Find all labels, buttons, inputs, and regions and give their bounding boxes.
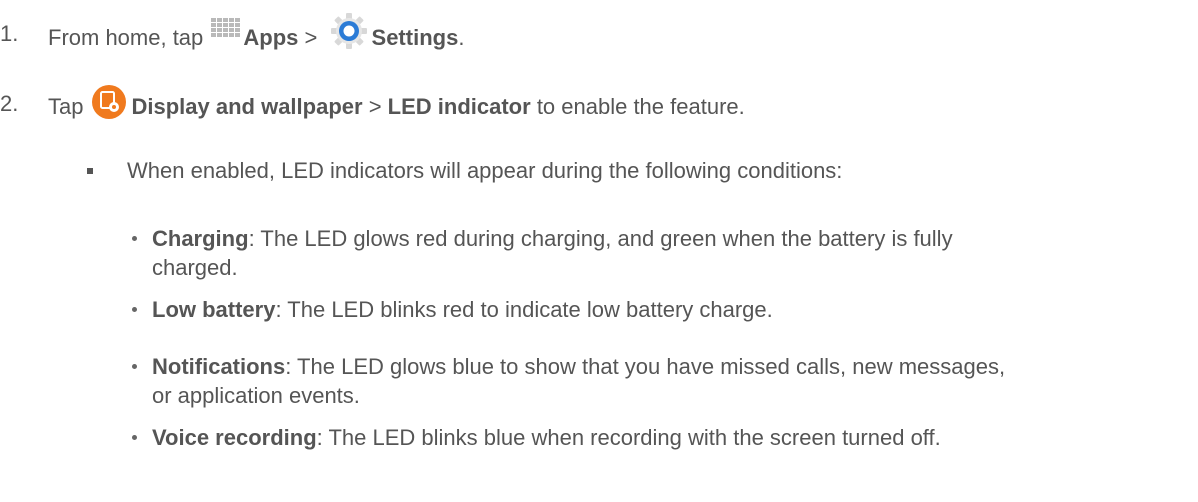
bullet-dot xyxy=(132,307,137,312)
condition-label: Low battery xyxy=(152,297,276,322)
square-bullet xyxy=(87,168,93,174)
display-wallpaper-icon xyxy=(91,84,127,120)
condition-text: : The LED glows red during charging, and… xyxy=(248,226,953,251)
condition-notifications: Notifications: The LED glows blue to sho… xyxy=(152,353,1005,381)
settings-label: Settings xyxy=(371,24,459,50)
condition-notifications-line2: or application events. xyxy=(152,383,360,408)
bullet-dot xyxy=(132,435,137,440)
apps-grid-icon xyxy=(211,18,241,44)
step-1: From home, tap Apps > Settings. xyxy=(48,13,465,58)
condition-text: : The LED blinks blue when recording wit… xyxy=(316,425,941,450)
condition-voice-recording: Voice recording: The LED blinks blue whe… xyxy=(152,424,941,452)
condition-text: : The LED blinks red to indicate low bat… xyxy=(275,297,773,322)
apps-label: Apps xyxy=(243,24,299,50)
separator: > xyxy=(368,93,382,119)
step-2-number: 2. xyxy=(0,91,19,116)
settings-gear-icon xyxy=(330,12,368,50)
bullet-dot xyxy=(132,364,137,369)
condition-label: Notifications xyxy=(152,354,286,379)
bullet-dot xyxy=(132,236,137,241)
step-1-number: 1. xyxy=(0,21,19,46)
step-1-end: . xyxy=(458,24,465,50)
condition-label: Charging xyxy=(152,226,249,251)
step-2: Tap Display and wallpaper > LED indicato… xyxy=(48,85,745,126)
step-2-text: Tap xyxy=(48,93,84,119)
separator: > xyxy=(304,24,318,50)
step-1-text: From home, tap xyxy=(48,24,204,50)
display-label: Display and wallpaper xyxy=(131,93,363,119)
note-text: When enabled, LED indicators will appear… xyxy=(127,158,843,183)
condition-charging: Charging: The LED glows red during charg… xyxy=(152,225,953,253)
condition-text: : The LED glows blue to show that you ha… xyxy=(285,354,1006,379)
step-2-text-after: to enable the feature. xyxy=(536,93,745,119)
led-indicator-label: LED indicator xyxy=(387,93,531,119)
condition-label: Voice recording xyxy=(152,425,317,450)
condition-low-battery: Low battery: The LED blinks red to indic… xyxy=(152,296,773,324)
condition-charging-line2: charged. xyxy=(152,255,238,280)
